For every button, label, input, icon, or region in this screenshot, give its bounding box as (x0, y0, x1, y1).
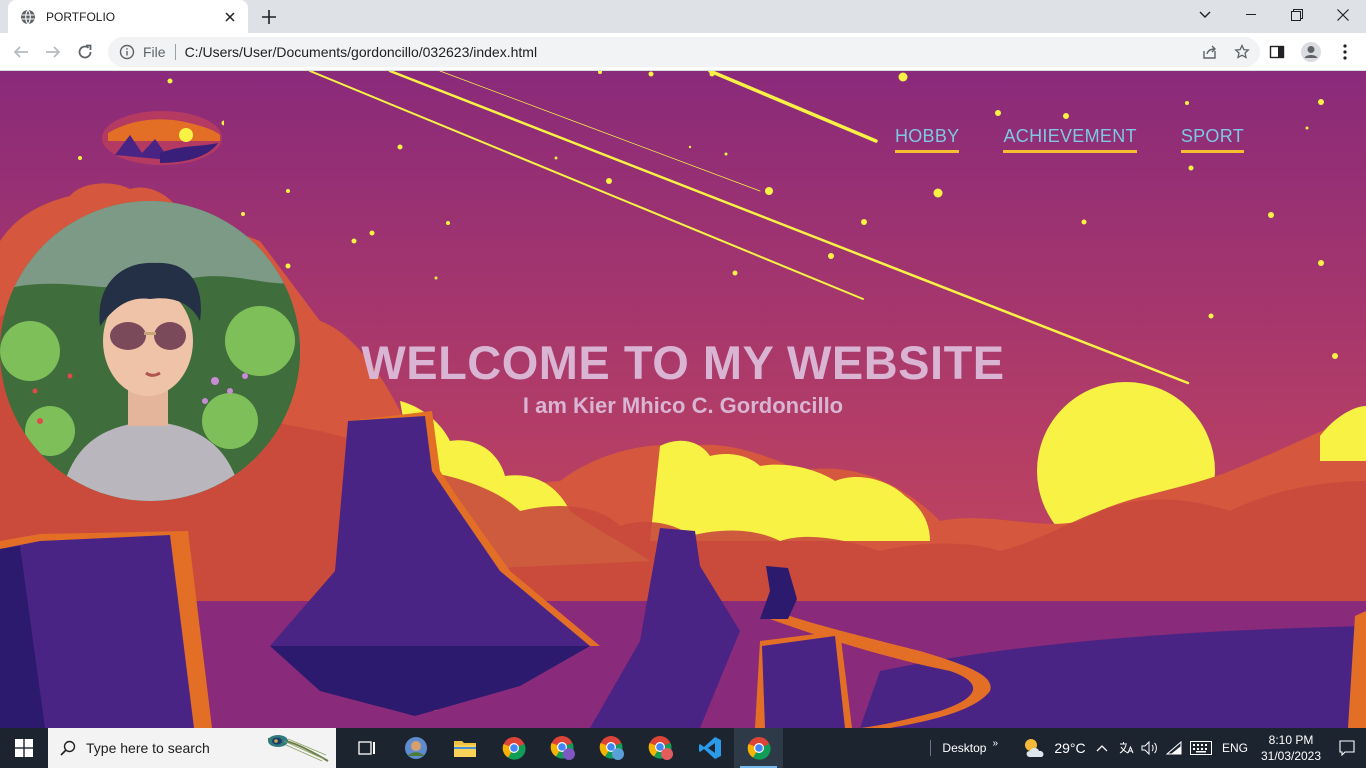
new-tab-button[interactable] (258, 6, 280, 28)
windows-logo-icon (15, 739, 33, 757)
clock-time: 8:10 PM (1268, 733, 1314, 747)
omnibox-divider (174, 44, 176, 60)
search-placeholder: Type here to search (86, 740, 210, 756)
main-nav: HOBBY ACHIEVEMENT SPORT (894, 126, 1244, 153)
tab-search-chevron-icon[interactable] (1194, 4, 1216, 26)
hero-subtitle: I am Kier Mhico C. Gordoncillo (522, 393, 844, 418)
profile-avatar-icon[interactable] (1300, 41, 1322, 63)
nav-link-sport[interactable]: SPORT (1180, 126, 1244, 153)
bookmark-star-icon[interactable] (1232, 42, 1252, 62)
chrome-icon[interactable] (489, 728, 538, 768)
globe-icon (20, 9, 36, 25)
notifications-icon[interactable] (1328, 740, 1366, 756)
close-tab-icon[interactable] (222, 9, 238, 25)
task-view-icon[interactable] (342, 728, 391, 768)
restore-button[interactable] (1274, 0, 1320, 30)
chrome-active-icon[interactable] (734, 728, 783, 768)
chevron-double-right-icon: » (992, 737, 998, 749)
start-button[interactable] (0, 728, 48, 768)
tab-strip: PORTFOLIO (0, 0, 1366, 33)
nav-link-hobby[interactable]: HOBBY (894, 126, 960, 153)
language-indicator[interactable]: ENG (1216, 741, 1254, 755)
taskbar-app-photo[interactable] (391, 728, 440, 768)
tab-title: PORTFOLIO (46, 9, 116, 24)
close-window-button[interactable] (1320, 0, 1366, 30)
tray-divider (930, 740, 938, 756)
back-arrow-icon[interactable] (8, 39, 34, 65)
weather-widget[interactable]: 29°C (1018, 737, 1090, 759)
chrome-profile-1-icon[interactable] (538, 728, 587, 768)
keyboard-icon[interactable] (1186, 741, 1216, 755)
vscode-icon[interactable] (685, 728, 734, 768)
url-text[interactable]: C:/Users/User/Documents/gordoncillo/0326… (185, 44, 538, 60)
clock[interactable]: 8:10 PM 31/03/2023 (1254, 732, 1328, 764)
desktop-label: Desktop (942, 741, 987, 755)
taskbar-search-box[interactable]: Type here to search (48, 728, 336, 768)
site-logo[interactable] (100, 105, 227, 167)
windows-taskbar: Type here to search Desktop » 29°C ENG 8… (0, 728, 1366, 768)
browser-toolbar: File C:/Users/User/Documents/gordoncillo… (0, 33, 1366, 71)
wifi-icon[interactable] (1162, 741, 1186, 755)
web-page: HOBBY ACHIEVEMENT SPORT WELCOME TO MY WE… (0, 71, 1366, 728)
file-explorer-icon[interactable] (440, 728, 489, 768)
reload-icon[interactable] (72, 39, 98, 65)
input-method-icon[interactable] (1114, 741, 1138, 755)
info-icon[interactable] (119, 44, 135, 60)
hero-title: WELCOME TO MY WEBSITE (361, 336, 1005, 389)
browser-tab[interactable]: PORTFOLIO (8, 0, 248, 33)
partly-sunny-icon (1025, 739, 1044, 757)
minimize-button[interactable] (1228, 0, 1274, 30)
temperature: 29°C (1054, 740, 1086, 756)
volume-icon[interactable] (1138, 741, 1162, 755)
language-label: ENG (1221, 741, 1248, 755)
clock-date: 31/03/2023 (1260, 749, 1322, 763)
search-icon (60, 740, 76, 756)
chevron-up-icon[interactable] (1090, 744, 1114, 752)
side-panel-icon[interactable] (1266, 41, 1288, 63)
scheme-label: File (143, 44, 166, 60)
chrome-profile-2-icon[interactable] (587, 728, 636, 768)
address-bar[interactable]: File C:/Users/User/Documents/gordoncillo… (108, 37, 1260, 67)
nav-link-achievement[interactable]: ACHIEVEMENT (1003, 126, 1137, 153)
more-menu-icon[interactable] (1334, 41, 1356, 63)
peacock-feather-icon (267, 735, 329, 762)
share-icon[interactable] (1200, 42, 1220, 62)
desktop-toolbar[interactable]: Desktop » (938, 737, 1004, 756)
forward-arrow-icon[interactable] (40, 39, 66, 65)
chrome-profile-3-icon[interactable] (636, 728, 685, 768)
